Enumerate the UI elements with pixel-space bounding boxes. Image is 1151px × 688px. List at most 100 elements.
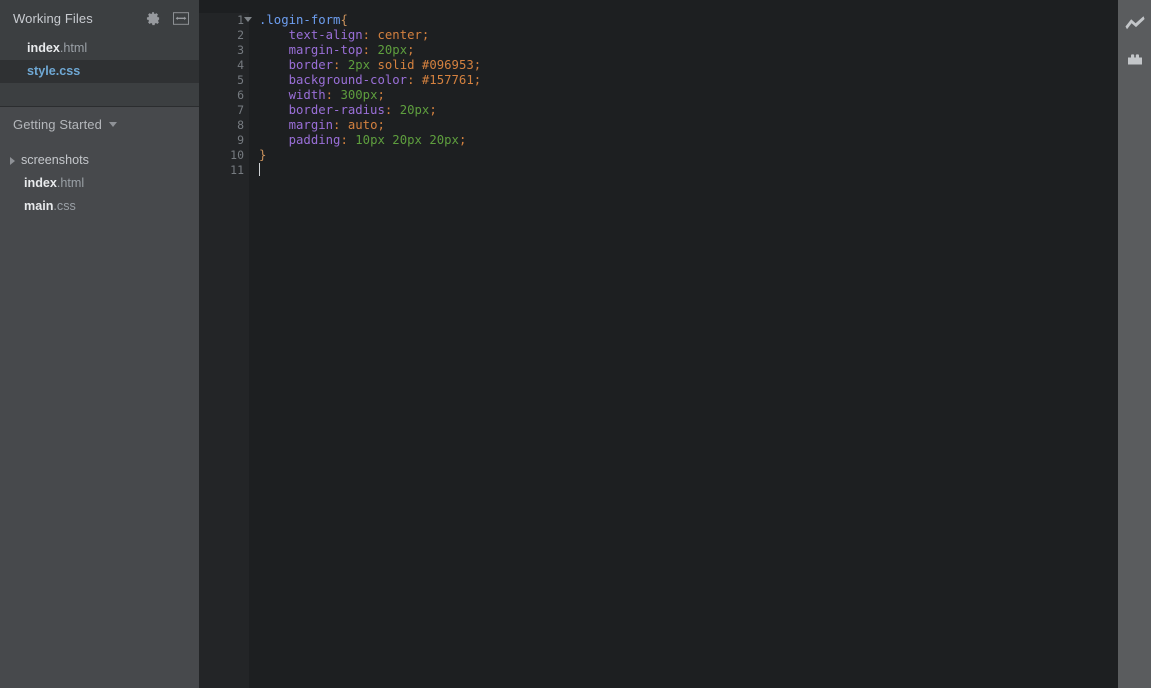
code-line[interactable]: } bbox=[259, 148, 1118, 163]
code-token: : bbox=[325, 88, 341, 102]
code-token: .login-form bbox=[259, 13, 341, 27]
tree-folder-screenshots[interactable]: screenshots bbox=[0, 149, 199, 172]
line-number: 4 bbox=[237, 58, 244, 72]
code-token: margin bbox=[288, 118, 334, 132]
file-extension: .html bbox=[56, 176, 85, 190]
line-number: 10 bbox=[230, 148, 244, 162]
code-token: ; bbox=[473, 58, 482, 72]
live-preview-icon[interactable] bbox=[1123, 12, 1147, 34]
line-number: 1 bbox=[199, 13, 252, 28]
code-token: width bbox=[288, 88, 326, 102]
working-files-bottom-spacer bbox=[0, 83, 199, 106]
code-token: border-radius bbox=[288, 103, 385, 117]
code-line[interactable] bbox=[259, 163, 1118, 178]
code-token: { bbox=[340, 13, 348, 27]
code-token: background-color bbox=[288, 73, 408, 87]
chevron-right-icon[interactable] bbox=[10, 156, 15, 165]
code-line[interactable]: .login-form{ bbox=[259, 13, 1118, 28]
code-line[interactable]: padding: 10px 20px 20px; bbox=[259, 133, 1118, 148]
gear-icon[interactable] bbox=[145, 11, 161, 27]
file-extension: .html bbox=[59, 41, 88, 55]
line-number: 11 bbox=[230, 163, 244, 177]
split-view-icon[interactable] bbox=[173, 11, 189, 27]
code-token: ; bbox=[407, 43, 415, 57]
working-files-list: index.html style.css bbox=[0, 37, 199, 106]
line-number: 7 bbox=[237, 103, 244, 117]
right-toolbar bbox=[1118, 0, 1151, 688]
code-token: text-align bbox=[288, 28, 363, 42]
working-files-header: Working Files bbox=[0, 0, 199, 37]
line-number: 2 bbox=[237, 28, 244, 42]
line-number: 3 bbox=[237, 43, 244, 57]
code-line[interactable]: background-color: #157761; bbox=[259, 73, 1118, 88]
code-token: ; bbox=[421, 28, 430, 42]
line-number: 8 bbox=[237, 118, 244, 132]
code-token: : bbox=[362, 43, 378, 57]
file-basename: main bbox=[24, 199, 54, 213]
brackets-editor-window: Working Files index.html style.css Getti… bbox=[0, 0, 1151, 688]
code-token: 20px bbox=[392, 133, 422, 147]
code-token: #157761 bbox=[421, 73, 474, 87]
code-token: : bbox=[333, 118, 348, 132]
working-files-title: Working Files bbox=[13, 11, 93, 26]
project-name: Getting Started bbox=[13, 116, 102, 132]
working-files-header-icons bbox=[145, 11, 189, 27]
code-token: : bbox=[333, 58, 348, 72]
tree-file-index-html[interactable]: index .html bbox=[0, 172, 199, 195]
code-line[interactable]: margin-top: 20px; bbox=[259, 43, 1118, 58]
file-extension: .css bbox=[53, 199, 76, 213]
line-number: 6 bbox=[237, 88, 244, 102]
code-token: padding bbox=[288, 133, 341, 147]
file-basename: index bbox=[27, 41, 60, 55]
project-file-tree: screenshots index .html main .css bbox=[0, 141, 199, 218]
project-header[interactable]: Getting Started bbox=[0, 107, 199, 141]
tree-file-main-css[interactable]: main .css bbox=[0, 195, 199, 218]
code-token: 10px bbox=[355, 133, 385, 147]
code-token: 2px bbox=[347, 58, 371, 72]
code-token: margin-top bbox=[288, 43, 363, 57]
file-basename: style bbox=[27, 64, 56, 78]
code-token: ; bbox=[429, 103, 437, 117]
file-basename: index bbox=[24, 176, 57, 190]
chevron-down-icon[interactable] bbox=[108, 121, 117, 127]
code-line[interactable]: text-align: center; bbox=[259, 28, 1118, 43]
code-area: 1 2 3 4 5 6 7 8 9 10 11 .login-form{ text-align: c… bbox=[199, 13, 1118, 688]
extension-manager-icon[interactable] bbox=[1123, 48, 1147, 70]
code-token: ; bbox=[458, 133, 467, 147]
code-token: ; bbox=[377, 88, 385, 102]
code-token: #096953 bbox=[421, 58, 474, 72]
line-number: 5 bbox=[237, 73, 244, 87]
code-token: : bbox=[407, 73, 422, 87]
code-token: 20px bbox=[399, 103, 430, 117]
code-token: solid bbox=[377, 58, 415, 72]
line-number: 9 bbox=[237, 133, 244, 147]
code-line[interactable]: border: 2px solid #096953; bbox=[259, 58, 1118, 73]
file-extension: .css bbox=[55, 64, 81, 78]
code-editor[interactable]: 1 2 3 4 5 6 7 8 9 10 11 .login-form{ text-align: c… bbox=[199, 0, 1118, 688]
text-cursor bbox=[259, 163, 260, 176]
line-number-gutter: 1 2 3 4 5 6 7 8 9 10 11 bbox=[199, 13, 252, 688]
code-token: } bbox=[259, 148, 267, 162]
folder-name: screenshots bbox=[21, 153, 89, 167]
code-lines[interactable]: .login-form{ text-align: center; margin-… bbox=[249, 13, 1118, 688]
code-token: ; bbox=[473, 73, 482, 87]
code-token: 20px bbox=[377, 43, 408, 57]
sidebar: Working Files index.html style.css Getti… bbox=[0, 0, 199, 688]
working-file-style-css[interactable]: style.css bbox=[0, 60, 199, 83]
code-line[interactable]: width: 300px; bbox=[259, 88, 1118, 103]
code-token: : bbox=[384, 103, 400, 117]
code-token: border bbox=[288, 58, 334, 72]
code-token: ; bbox=[377, 118, 385, 132]
working-file-index-html[interactable]: index.html bbox=[0, 37, 199, 60]
code-line[interactable]: border-radius: 20px; bbox=[259, 103, 1118, 118]
code-line[interactable]: margin: auto; bbox=[259, 118, 1118, 133]
code-token: center bbox=[377, 28, 422, 42]
code-token: 20px bbox=[429, 133, 459, 147]
